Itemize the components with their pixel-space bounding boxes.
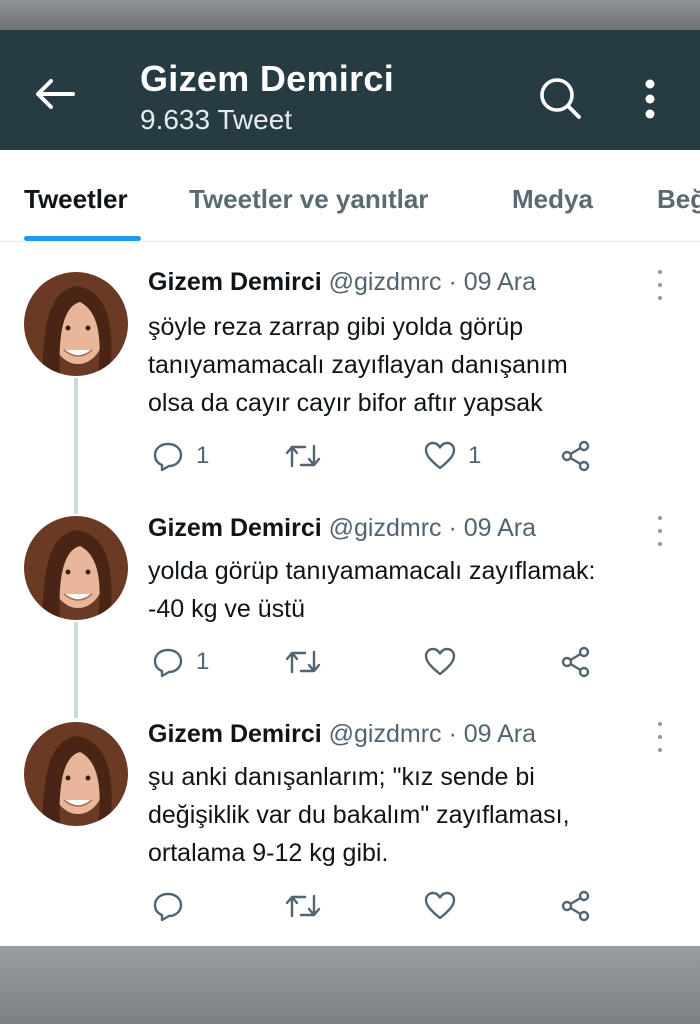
retweet-button[interactable] bbox=[284, 642, 322, 682]
tweet-author-name[interactable]: Gizem Demirci bbox=[148, 268, 322, 296]
avatar-image bbox=[24, 722, 128, 826]
heart-icon bbox=[424, 647, 456, 676]
tweet-more-button[interactable] bbox=[650, 722, 670, 752]
like-button[interactable] bbox=[424, 642, 456, 682]
tweet-text-line: şu anki danışanlarım; "kız sende bi bbox=[148, 763, 535, 791]
tweet-author-name[interactable]: Gizem Demirci bbox=[148, 720, 322, 748]
tweet-handle[interactable]: @gizdmrc bbox=[329, 720, 442, 748]
tweet-text-line: ortalama 9-12 kg gibi. bbox=[148, 839, 389, 867]
avatar[interactable] bbox=[24, 272, 128, 376]
background-top bbox=[0, 0, 700, 30]
retweet-button[interactable] bbox=[284, 436, 322, 476]
tweet-date[interactable]: · 09 Ara bbox=[448, 514, 536, 542]
tweet-text-line: şöyle reza zarrap gibi yolda görüp bbox=[148, 313, 524, 341]
more-vertical-icon bbox=[645, 79, 655, 119]
profile-name: Gizem Demirci bbox=[140, 58, 395, 99]
retweet-icon bbox=[285, 444, 321, 468]
avatar[interactable] bbox=[24, 722, 128, 826]
search-icon bbox=[540, 78, 581, 119]
tweet-actions: 1 bbox=[148, 642, 608, 682]
more-options-button[interactable] bbox=[628, 74, 672, 124]
share-button[interactable] bbox=[560, 642, 592, 682]
active-tab-indicator bbox=[24, 236, 141, 241]
reply-count: 1 bbox=[196, 648, 210, 675]
retweet-icon bbox=[285, 894, 321, 918]
reply-count: 1 bbox=[196, 442, 210, 469]
share-icon bbox=[561, 890, 590, 922]
tweet-header: Gizem Demirci @gizdmrc · 09 Ara bbox=[148, 268, 536, 297]
tab-media[interactable]: Medya bbox=[512, 184, 593, 215]
tweet-handle[interactable]: @gizdmrc bbox=[329, 268, 442, 296]
share-button[interactable] bbox=[560, 436, 592, 476]
search-button[interactable] bbox=[536, 74, 584, 122]
reply-button[interactable] bbox=[152, 886, 184, 926]
tab-likes[interactable]: Beğ bbox=[657, 184, 700, 215]
tweet-actions: 1 1 bbox=[148, 436, 608, 476]
avatar-image bbox=[24, 272, 128, 376]
tweet-author-name[interactable]: Gizem Demirci bbox=[148, 514, 322, 542]
tweet-text: yolda görüp tanıyamamacalı zayıflamak: -… bbox=[148, 552, 668, 628]
profile-header: Gizem Demirci 9.633 Tweet bbox=[0, 30, 700, 150]
like-button[interactable] bbox=[424, 886, 456, 926]
heart-icon bbox=[424, 891, 456, 920]
tweet-header: Gizem Demirci @gizdmrc · 09 Ara bbox=[148, 720, 536, 749]
tweet-count: 9.633 Tweet bbox=[140, 104, 293, 135]
tweet-text-line: değişiklik var du bakalım" zayıflaması, bbox=[148, 801, 570, 829]
tab-tweets[interactable]: Tweetler bbox=[24, 184, 128, 215]
tweet-text: şu anki danışanlarım; "kız sende bi deği… bbox=[148, 758, 668, 872]
avatar[interactable] bbox=[24, 516, 128, 620]
thread-connector bbox=[74, 622, 78, 718]
tweet-handle[interactable]: @gizdmrc bbox=[329, 514, 442, 542]
tweet-more-button[interactable] bbox=[650, 270, 670, 300]
tweet-text-line: olsa da cayır cayır bifor aftır yapsak bbox=[148, 389, 543, 417]
retweet-icon bbox=[285, 650, 321, 674]
tweet-date[interactable]: · 09 Ara bbox=[448, 268, 536, 296]
reply-icon bbox=[153, 892, 183, 922]
tweet-text-line: tanıyamamacalı zayıflayan danışanım bbox=[148, 351, 568, 379]
tweet-text: şöyle reza zarrap gibi yolda görüp tanıy… bbox=[148, 308, 668, 422]
tweet-more-button[interactable] bbox=[650, 516, 670, 546]
avatar-image bbox=[24, 516, 128, 620]
back-button[interactable] bbox=[30, 74, 80, 114]
share-icon bbox=[561, 646, 590, 678]
profile-tabs: Tweetler Tweetler ve yanıtlar Medya Beğ bbox=[0, 150, 700, 242]
tweet-date[interactable]: · 09 Ara bbox=[448, 720, 536, 748]
heart-icon bbox=[424, 441, 456, 470]
like-button[interactable]: 1 bbox=[424, 436, 481, 476]
tweet-header: Gizem Demirci @gizdmrc · 09 Ara bbox=[148, 514, 536, 543]
thread-connector bbox=[74, 378, 78, 514]
share-button[interactable] bbox=[560, 886, 592, 926]
profile-screen: Gizem Demirci 9.633 Tweet Tweetler Tweet… bbox=[0, 30, 700, 946]
tweet-text-line: yolda görüp tanıyamamacalı zayıflamak: bbox=[148, 557, 596, 585]
background-bottom bbox=[0, 946, 700, 1024]
reply-button[interactable]: 1 bbox=[152, 436, 209, 476]
reply-icon bbox=[153, 442, 183, 472]
tweet-actions bbox=[148, 886, 608, 926]
tab-tweets-and-replies[interactable]: Tweetler ve yanıtlar bbox=[189, 184, 428, 215]
like-count: 1 bbox=[468, 442, 482, 469]
reply-button[interactable]: 1 bbox=[152, 642, 209, 682]
share-icon bbox=[561, 440, 590, 472]
retweet-button[interactable] bbox=[284, 886, 322, 926]
arrow-left-icon bbox=[36, 79, 75, 109]
tweet-text-line: -40 kg ve üstü bbox=[148, 595, 306, 623]
reply-icon bbox=[153, 648, 183, 678]
